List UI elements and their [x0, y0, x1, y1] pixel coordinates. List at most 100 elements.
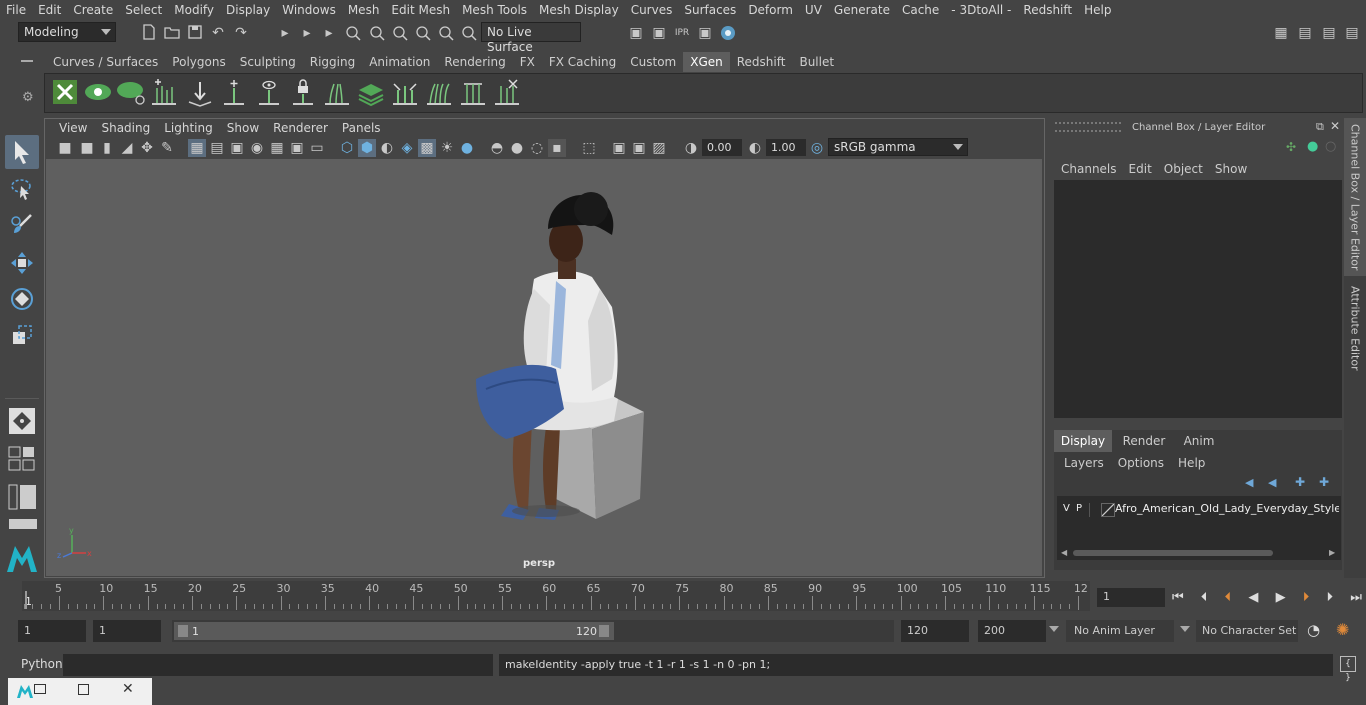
menu-surfaces[interactable]: Surfaces	[678, 3, 742, 17]
character-set-dropdown[interactable]: No Character Set	[1196, 620, 1298, 642]
toggle-attribute-icon[interactable]: ▤	[1320, 24, 1338, 42]
smooth-shade-icon[interactable]: ⬢	[358, 139, 376, 157]
snap-point-icon[interactable]	[391, 24, 409, 42]
outliner-layout[interactable]	[8, 484, 38, 510]
tab-rigging[interactable]: Rigging	[303, 52, 362, 72]
tab-animation[interactable]: Animation	[362, 52, 437, 72]
menu-mesh-tools[interactable]: Mesh Tools	[456, 3, 533, 17]
menu-file[interactable]: File	[0, 3, 32, 17]
range-slider-thumb[interactable]: 1 120	[174, 622, 614, 640]
vp-menu-show[interactable]: Show	[220, 121, 266, 139]
play-forward-icon[interactable]: ▶	[1276, 590, 1286, 605]
current-frame-field[interactable]: 1	[1097, 588, 1165, 607]
tab-curves-surfaces[interactable]: Curves / Surfaces	[46, 52, 165, 72]
lasso-tool[interactable]	[5, 172, 39, 206]
grid-toggle-icon[interactable]: ▦	[188, 139, 206, 157]
toggle-panels-icon[interactable]: ▤	[1296, 24, 1314, 42]
range-start-handle[interactable]	[178, 625, 188, 637]
play-backward-icon[interactable]: ◀	[1248, 590, 1258, 605]
xgen-guide-normalize-icon[interactable]	[390, 78, 420, 108]
layer-hscroll[interactable]: ◀ ▶	[1061, 548, 1337, 558]
film-gate-icon[interactable]: ▤	[208, 139, 226, 157]
anim-layer-dropdown[interactable]: No Anim Layer	[1066, 620, 1174, 642]
menu-redshift[interactable]: Redshift	[1017, 3, 1078, 17]
maximize-icon[interactable]	[78, 684, 89, 695]
xgen-add-guide-icon[interactable]	[149, 78, 179, 108]
xgen-interactive-groom-icon[interactable]	[424, 78, 454, 108]
menu-create[interactable]: Create	[67, 3, 119, 17]
layer-visibility-toggle[interactable]: V	[1063, 503, 1070, 514]
step-forward-key-icon[interactable]: ⏵	[1303, 590, 1310, 605]
xray-icon[interactable]: ◓	[488, 139, 506, 157]
layer-playback-toggle[interactable]: P	[1076, 503, 1082, 514]
panel-grip[interactable]	[1055, 122, 1121, 132]
bookmark-icon[interactable]: ▮	[98, 139, 116, 157]
ambient-occlusion-icon[interactable]: ▪	[548, 139, 566, 157]
shelf-settings-icon[interactable]: ⚙	[22, 90, 34, 105]
command-input[interactable]	[63, 654, 493, 676]
step-back-key-icon[interactable]: ⏴	[1225, 590, 1232, 605]
tab-sculpting[interactable]: Sculpting	[233, 52, 303, 72]
xgen-delete-guide-icon[interactable]	[492, 78, 522, 108]
scroll-thumb[interactable]	[1073, 550, 1273, 556]
menu-3dtoall[interactable]: - 3DtoAll -	[945, 3, 1017, 17]
rotate-tool[interactable]	[5, 282, 39, 316]
select-object-icon[interactable]: ▸	[298, 24, 316, 42]
grease-pencil-icon[interactable]: ✎	[158, 139, 176, 157]
camera-select-icon[interactable]: ■	[56, 139, 74, 157]
xgen-editor-icon[interactable]	[51, 78, 81, 108]
close-icon[interactable]: ✕	[1330, 119, 1340, 133]
restore-icon[interactable]	[34, 684, 46, 694]
depth-of-field-icon[interactable]: ▨	[650, 139, 668, 157]
default-material-icon[interactable]: ◐	[378, 139, 396, 157]
layer-color-swatch[interactable]	[1101, 503, 1115, 517]
exposure-field[interactable]: 0.00	[702, 139, 742, 156]
menu-mesh[interactable]: Mesh	[342, 3, 386, 17]
tab-rendering[interactable]: Rendering	[437, 52, 512, 72]
channel-status-icon[interactable]: ●	[1307, 139, 1318, 154]
select-hierarchy-icon[interactable]: ▸	[276, 24, 294, 42]
xgen-modifier-layers-icon[interactable]	[356, 78, 386, 108]
gamma-icon[interactable]: ◐	[746, 139, 764, 157]
hypershade-icon[interactable]	[719, 24, 737, 42]
move-layer-down-icon[interactable]: ◀	[1268, 476, 1276, 489]
render-view-icon[interactable]: ▣	[627, 24, 645, 42]
playback-start-field[interactable]: 1	[93, 620, 161, 642]
menu-cb-edit[interactable]: Edit	[1123, 162, 1158, 176]
safe-action-icon[interactable]: ▣	[288, 139, 306, 157]
close-icon[interactable]: ✕	[122, 681, 134, 697]
new-scene-icon[interactable]	[140, 24, 158, 42]
current-time-marker[interactable]	[25, 591, 27, 609]
step-forward-icon[interactable]: ⏵	[1327, 590, 1334, 605]
move-layer-up-icon[interactable]: ◀	[1245, 476, 1253, 489]
mode-dropdown[interactable]: Modeling	[18, 22, 116, 42]
xgen-preview-icon[interactable]	[83, 78, 113, 108]
field-chart-icon[interactable]: ▦	[268, 139, 286, 157]
menu-generate[interactable]: Generate	[828, 3, 896, 17]
shelf-menu-icon[interactable]	[21, 60, 33, 62]
tab-custom[interactable]: Custom	[623, 52, 683, 72]
menu-display[interactable]: Display	[220, 3, 276, 17]
color-management-icon[interactable]: ◎	[808, 139, 826, 157]
vp-menu-shading[interactable]: Shading	[94, 121, 157, 139]
step-back-icon[interactable]: ⏴	[1201, 590, 1208, 605]
script-editor-icon[interactable]: { }	[1340, 656, 1356, 683]
channel-lock-icon[interactable]: ○	[1325, 139, 1336, 154]
xgen-lock-guide-icon[interactable]	[288, 78, 318, 108]
animation-end-field[interactable]: 200	[978, 620, 1046, 642]
xgen-create-description-icon[interactable]	[116, 78, 146, 108]
snap-view-plane-icon[interactable]	[414, 24, 432, 42]
vp-menu-panels[interactable]: Panels	[335, 121, 388, 139]
tab-xgen[interactable]: XGen	[683, 52, 730, 72]
menu-uv[interactable]: UV	[799, 3, 828, 17]
single-perspective-layout[interactable]	[5, 404, 39, 438]
chevron-down-icon[interactable]	[1049, 626, 1059, 632]
wireframe-on-shaded-icon[interactable]: ◈	[398, 139, 416, 157]
image-plane-icon[interactable]: ◢	[118, 139, 136, 157]
tab-fx-caching[interactable]: FX Caching	[542, 52, 623, 72]
camera-attributes-icon[interactable]: ■	[78, 139, 96, 157]
xray-components-icon[interactable]: ◌	[528, 139, 546, 157]
layer-type-toggle[interactable]	[1089, 503, 1101, 517]
save-scene-icon[interactable]	[186, 24, 204, 42]
vp-menu-renderer[interactable]: Renderer	[266, 121, 335, 139]
